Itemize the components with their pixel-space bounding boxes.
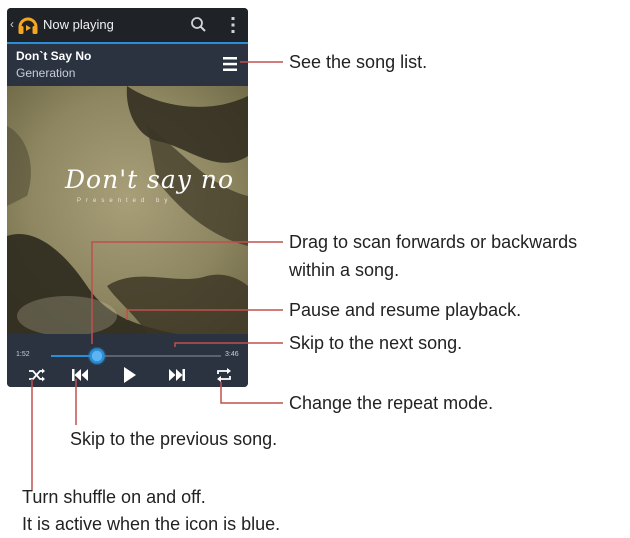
annotation-shuffle-line1: Turn shuffle on and off. [22,487,206,507]
callout-line-next [174,342,283,347]
annotation-pause: Pause and resume playback. [289,300,522,320]
annotation-previous: Skip to the previous song. [70,429,278,449]
annotation-scan-line2: within a song. [289,260,400,280]
annotation-song-list: See the song list. [289,52,428,72]
callout-line-scan [91,241,283,344]
callout-line-pause [126,309,283,320]
callout-line-repeat [220,382,283,404]
annotation-next: Skip to the next song. [289,333,463,353]
annotation-repeat: Change the repeat mode. [289,393,494,413]
annotation-shuffle-line2: It is active when the icon is blue. [22,514,281,534]
annotation-scan-line1: Drag to scan forwards or backwards [289,232,578,252]
